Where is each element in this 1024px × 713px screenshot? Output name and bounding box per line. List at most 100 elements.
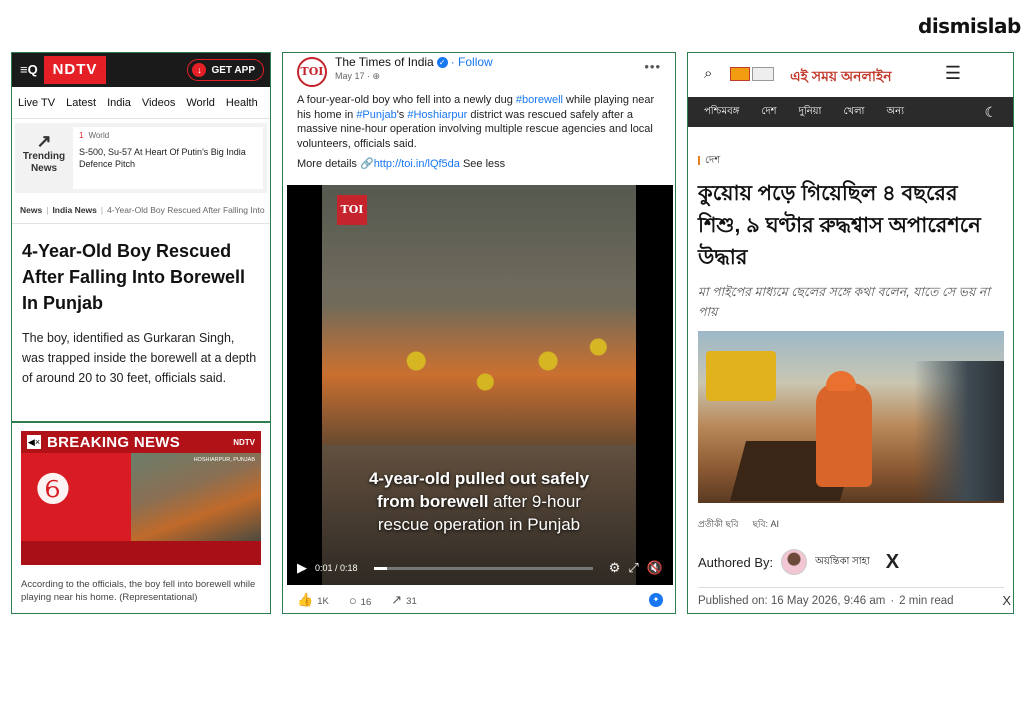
read-time: 2 min read [899, 595, 954, 607]
see-less-button[interactable]: See less [460, 158, 505, 170]
breaking-graphic: ❻ [35, 468, 71, 512]
post-date: May 17 · ⊕ [335, 71, 380, 82]
like-icon: 👍 [297, 592, 314, 607]
settings-icon[interactable]: ⚙ [609, 560, 621, 576]
nav-item-videos[interactable]: Videos [142, 97, 175, 109]
post-text: A four-year-old boy who fell into a newl… [283, 93, 675, 151]
article-headline: 4-Year-Old Boy Rescued After Falling Int… [22, 241, 246, 313]
hashtag-borewell[interactable]: #borewell [516, 94, 563, 106]
toi-facebook-post-panel: TOI The Times of India ✓ · Follow May 17 ·… [282, 52, 676, 614]
nav-item-latest[interactable]: Latest [66, 97, 96, 109]
trending-title[interactable]: S-500, Su-57 At Heart Of Putin's Big Ind… [79, 146, 257, 170]
article-subheadline: মা পাইপের মাধ্যমে ছেলের সঙ্গে কথা বলেন, … [698, 285, 990, 319]
author-name[interactable]: অয়ন্তিকা সাহা [815, 554, 870, 571]
author-avatar[interactable] [781, 549, 808, 575]
more-details: More details 🔗http://toi.in/lQf5da See l… [283, 151, 675, 170]
video-progress-bar[interactable] [373, 566, 593, 570]
mute-icon[interactable]: ◀× [27, 435, 41, 449]
video-progress-fill [373, 566, 387, 570]
share-button[interactable]: ↗ 31 [391, 592, 416, 608]
post-link[interactable]: http://toi.in/lQf5da [374, 158, 460, 170]
follow-button[interactable]: · Follow [451, 55, 493, 69]
nav-item-duniya[interactable]: দুনিয়া [799, 104, 822, 121]
dismislab-logo: dismislab [918, 14, 1021, 38]
verified-icon: ✓ [436, 57, 448, 69]
dark-mode-icon[interactable]: ☾ [984, 104, 997, 121]
reaction-bar: 👍 1K ○ 16 ↗ 31 ✦ [283, 585, 675, 613]
post-date-text: May 17 · [335, 71, 371, 81]
section-divider [12, 421, 270, 423]
video-player[interactable]: TOI 4-year-old pulled out safely from bo… [287, 185, 673, 585]
category-marker [698, 155, 700, 165]
crowd-shape [914, 361, 1004, 501]
divider [698, 587, 1004, 588]
hashtag-hoshiarpur[interactable]: #Hoshiarpur [407, 109, 467, 121]
excavator-shape [706, 351, 776, 401]
breaking-place: HOSHIARPUR, PUNJAB [193, 457, 255, 463]
x-share-icon[interactable]: X [886, 551, 899, 574]
breaking-photo [131, 453, 261, 541]
eisamay-logo[interactable]: এই সময় অনলাইন [790, 65, 892, 89]
overlay-line-1: 4-year-old pulled out safely [368, 469, 590, 488]
fullscreen-icon[interactable]: ⤢ [628, 560, 638, 576]
breaking-strip [21, 541, 261, 565]
ndtv-nav: Live TV Latest India Videos World Health [12, 87, 270, 119]
rescuer-shape [816, 383, 872, 487]
credit-representational: প্রতীকী ছবি [698, 519, 739, 529]
article-headline: কুয়োয় পড়ে গিয়েছিল ৪ বছরের শিশু, ৯ ঘণ… [698, 182, 981, 269]
nav-item-live-tv[interactable]: Live TV [18, 97, 55, 109]
like-button[interactable]: 👍 1K [297, 592, 329, 608]
article-photo [698, 331, 1004, 503]
category-text[interactable]: দেশ [705, 155, 720, 166]
image-caption: According to the officials, the boy fell… [21, 579, 256, 603]
nav-item-desh[interactable]: দেশ [761, 104, 776, 121]
breaking-news-bar: ◀× BREAKING NEWS NDTV [21, 431, 261, 453]
link-icon: 🔗 [359, 158, 374, 170]
play-icon[interactable]: ▶ [297, 560, 307, 576]
overlay-line-2: after 9-hour [488, 492, 582, 511]
ndtv-logo[interactable]: NDTV [44, 56, 106, 84]
get-app-button[interactable]: ↓ GET APP [187, 59, 264, 81]
toi-avatar[interactable]: TOI [297, 57, 327, 87]
trending-label: ↗ Trending News [15, 123, 73, 193]
breaking-ndtv-logo: NDTV [233, 437, 255, 447]
author-row: Authored By: অয়ন্তিকা সাহা X [698, 549, 1004, 575]
menu-search-icon[interactable]: ≡Q [20, 62, 38, 77]
breaking-news-title: BREAKING NEWS [47, 433, 181, 451]
partner-badge-icon [730, 67, 750, 81]
nav-item-anya[interactable]: অন্য [886, 104, 904, 121]
breadcrumb-news[interactable]: News [20, 205, 42, 215]
close-icon[interactable]: X [1002, 593, 1011, 608]
breadcrumb-india-news[interactable]: India News [52, 205, 96, 215]
hashtag-punjab[interactable]: #Punjab [356, 109, 396, 121]
ndtv-article-panel: ≡Q NDTV ↓ GET APP Live TV Latest India V… [11, 52, 271, 614]
trending-arrow-icon: ↗ [36, 131, 52, 151]
hamburger-menu-icon[interactable]: ☰ [945, 63, 961, 84]
category-label: দেশ [688, 127, 1013, 170]
trending-label-line1: Trending [22, 151, 66, 162]
video-caption-overlay: 4-year-old pulled out safely from borewe… [322, 467, 636, 536]
nav-item-world[interactable]: World [186, 97, 215, 109]
nav-item-paschimbanga[interactable]: পশ্চিমবঙ্গ [704, 104, 739, 121]
nav-item-khela[interactable]: খেলা [843, 104, 864, 121]
more-options-icon[interactable]: ••• [644, 59, 661, 74]
nav-item-health[interactable]: Health [226, 97, 258, 109]
volume-mute-icon[interactable]: 🔇 [647, 560, 663, 576]
photo-credit: প্রতীকী ছবি ছবি: AI [698, 517, 779, 532]
helmet-shape [826, 371, 856, 391]
trending-label-line2: News [30, 163, 58, 174]
comment-icon: ○ [348, 592, 357, 608]
nav-item-india[interactable]: India [107, 97, 131, 109]
messenger-icon[interactable]: ✦ [649, 593, 663, 607]
comment-count: 16 [360, 596, 372, 608]
post-header: TOI The Times of India ✓ · Follow May 17 ·… [283, 53, 675, 93]
eisamay-header: ⌕ এই সময় অনলাইন ☰ [688, 53, 1013, 97]
comment-button[interactable]: ○ 16 [349, 593, 371, 608]
page-name[interactable]: The Times of India [335, 55, 434, 69]
search-icon[interactable]: ⌕ [704, 65, 712, 82]
page-name-row: The Times of India ✓ · Follow [335, 55, 493, 69]
trending-card[interactable]: 1 World S-500, Su-57 At Heart Of Putin's … [73, 127, 263, 189]
video-controls: ▶ 0:01 / 0:18 ⚙ ⤢ 🔇 [287, 551, 673, 585]
breaking-news-image[interactable]: ◀× BREAKING NEWS NDTV ❻ HOSHIARPUR, PUNJ… [21, 431, 261, 565]
share-icon: ↗ [391, 592, 403, 607]
